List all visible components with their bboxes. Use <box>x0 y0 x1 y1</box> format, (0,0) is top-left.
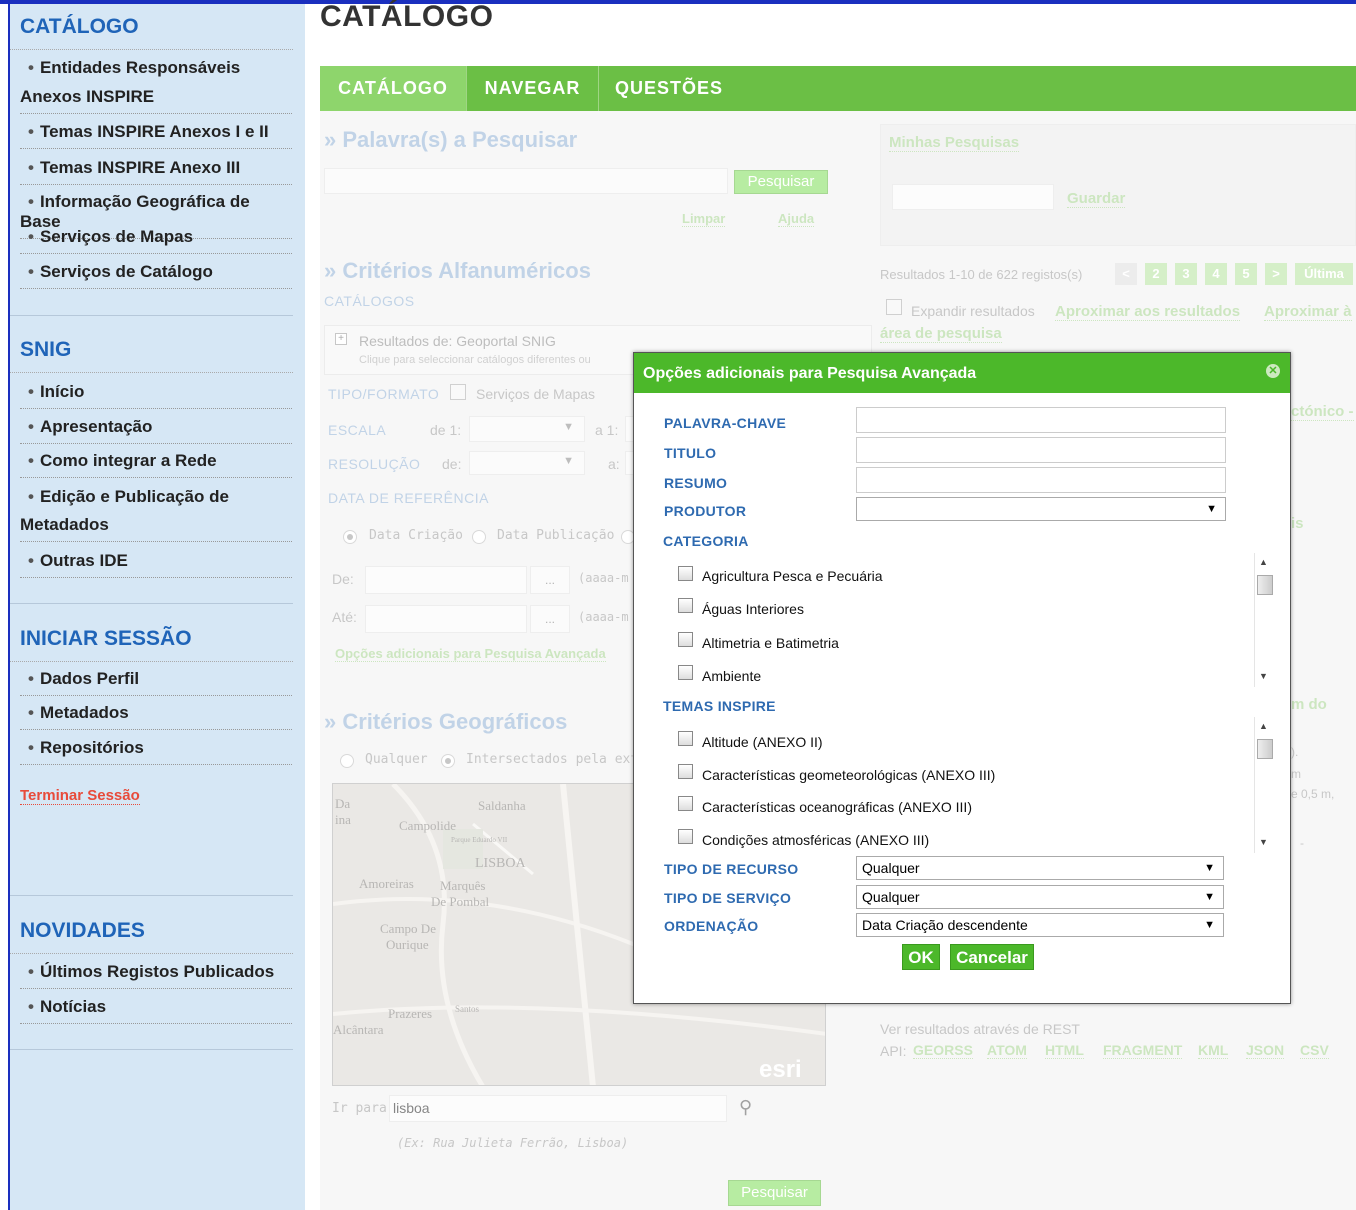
divider <box>10 1049 293 1050</box>
tab-catalogo[interactable]: CATÁLOGO <box>320 66 467 111</box>
divider <box>10 661 293 662</box>
category-checkbox[interactable] <box>678 632 693 647</box>
scroll-thumb[interactable] <box>1257 739 1273 759</box>
sidebar-item-anexos[interactable]: Anexos INSPIRE <box>20 87 292 114</box>
sidebar-item-edicao[interactable]: Edição e Publicação de <box>20 487 292 513</box>
category-scrollbar[interactable]: ▲ ▼ <box>1254 553 1273 687</box>
sidebar-item-apresentacao[interactable]: Apresentação <box>20 417 292 444</box>
scroll-up-icon[interactable]: ▲ <box>1259 557 1268 567</box>
close-icon[interactable]: ✕ <box>1266 364 1280 378</box>
sidebar-item-ultimos[interactable]: Últimos Registos Publicados <box>20 962 292 989</box>
sidebar-item-metadados[interactable]: Metadados <box>20 703 292 730</box>
inspire-scrollbar[interactable]: ▲ ▼ <box>1254 717 1273 853</box>
category-item: Águas Interiores <box>702 601 804 617</box>
inspire-item: Características oceanográficas (ANEXO II… <box>702 799 972 815</box>
inspire-checkbox[interactable] <box>678 731 693 746</box>
inspire-checkbox[interactable] <box>678 764 693 779</box>
category-item: Agricultura Pesca e Pecuária <box>702 568 883 584</box>
category-item: Altimetria e Batimetria <box>702 635 839 651</box>
inspire-item: Características geometeorológicas (ANEXO… <box>702 767 996 783</box>
category-checkbox[interactable] <box>678 665 693 680</box>
chevron-down-icon: ▼ <box>1206 503 1217 515</box>
sidebar-item-temas-3[interactable]: Temas INSPIRE Anexo III <box>20 158 292 185</box>
service-type-select[interactable]: Qualquer ▼ <box>856 885 1224 909</box>
sidebar-item-temas-1-2[interactable]: Temas INSPIRE Anexos I e II <box>20 122 292 149</box>
keyword-label: PALAVRA-CHAVE <box>664 415 787 431</box>
scroll-down-icon[interactable]: ▼ <box>1259 671 1268 681</box>
title-input[interactable] <box>856 437 1226 463</box>
sidebar-item-noticias[interactable]: Notícias <box>20 997 292 1024</box>
divider <box>10 603 293 604</box>
keyword-input[interactable] <box>856 407 1226 433</box>
resource-type-value: Qualquer <box>862 860 920 876</box>
order-value: Data Criação descendente <box>862 917 1028 933</box>
sidebar-item-integrar[interactable]: Como integrar a Rede <box>20 451 292 478</box>
tab-questoes[interactable]: QUESTÕES <box>599 66 739 111</box>
resource-type-select[interactable]: Qualquer ▼ <box>856 856 1224 880</box>
sidebar-item-outras-ide[interactable]: Outras IDE <box>20 551 292 578</box>
cancel-button[interactable]: Cancelar <box>950 944 1034 970</box>
dialog-title: Opções adicionais para Pesquisa Avançada <box>634 353 1290 393</box>
abstract-input[interactable] <box>856 467 1226 493</box>
category-label: CATEGORIA <box>663 533 749 549</box>
category-item: Ambiente <box>702 668 762 684</box>
category-checkbox[interactable] <box>678 566 693 581</box>
sidebar-item-metadados-pub[interactable]: Metadados <box>20 515 292 542</box>
ok-button[interactable]: OK <box>902 944 940 970</box>
service-type-label: TIPO DE SERVIÇO <box>664 890 792 906</box>
divider <box>10 372 293 373</box>
divider <box>10 49 293 50</box>
page-title: CATÁLOGO <box>320 0 494 33</box>
sidebar-heading-novidades: NOVIDADES <box>20 919 145 942</box>
chevron-down-icon: ▼ <box>1204 862 1215 874</box>
scroll-thumb[interactable] <box>1257 575 1273 595</box>
title-label: TITULO <box>664 445 717 461</box>
sidebar-item-dados-perfil[interactable]: Dados Perfil <box>20 669 292 696</box>
chevron-down-icon: ▼ <box>1204 919 1215 931</box>
logout-link[interactable]: Terminar Sessão <box>20 787 140 805</box>
inspire-item: Condições atmosféricas (ANEXO III) <box>702 832 930 848</box>
divider <box>10 895 293 896</box>
service-type-value: Qualquer <box>862 889 920 905</box>
sidebar-item-repositorios[interactable]: Repositórios <box>20 738 292 765</box>
sidebar-heading-sessao: INICIAR SESSÃO <box>20 627 192 650</box>
scroll-up-icon[interactable]: ▲ <box>1259 721 1268 731</box>
sidebar-item-servicos-mapas[interactable]: Serviços de Mapas <box>20 227 292 254</box>
order-label: ORDENAÇÃO <box>664 918 759 934</box>
tab-navegar[interactable]: NAVEGAR <box>467 66 599 111</box>
sidebar: CATÁLOGO Entidades Responsáveis Anexos I… <box>10 4 305 1210</box>
producer-label: PRODUTOR <box>664 503 747 519</box>
advanced-search-dialog: Opções adicionais para Pesquisa Avançada… <box>633 352 1291 1004</box>
sidebar-item-servicos-catalogo[interactable]: Serviços de Catálogo <box>20 262 292 289</box>
chevron-down-icon: ▼ <box>1204 891 1215 903</box>
producer-select[interactable]: ▼ <box>856 497 1226 521</box>
divider <box>10 953 293 954</box>
sidebar-heading-snig: SNIG <box>20 338 72 361</box>
main-nav: CATÁLOGO NAVEGAR QUESTÕES <box>320 66 1356 111</box>
abstract-label: RESUMO <box>664 475 728 491</box>
inspire-label: TEMAS INSPIRE <box>663 698 776 714</box>
sidebar-item-entidades[interactable]: Entidades Responsáveis <box>20 58 292 84</box>
inspire-checkbox[interactable] <box>678 829 693 844</box>
order-select[interactable]: Data Criação descendente ▼ <box>856 913 1224 937</box>
inspire-item: Altitude (ANEXO II) <box>702 734 823 750</box>
category-checkbox[interactable] <box>678 598 693 613</box>
sidebar-item-inicio[interactable]: Início <box>20 382 292 409</box>
inspire-checkbox[interactable] <box>678 796 693 811</box>
scroll-down-icon[interactable]: ▼ <box>1259 837 1268 847</box>
sidebar-heading-catalogo: CATÁLOGO <box>20 15 139 38</box>
divider <box>10 315 293 316</box>
resource-type-label: TIPO DE RECURSO <box>664 861 799 877</box>
